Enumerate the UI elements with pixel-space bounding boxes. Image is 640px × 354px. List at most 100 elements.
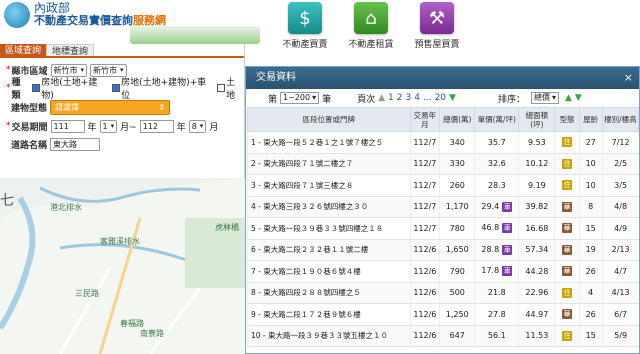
col-address[interactable]: 區段位置或門牌 <box>247 107 411 132</box>
page-range-select[interactable]: 1~200 ▾ <box>280 92 320 104</box>
table-row[interactable]: 3 - 東大路四段７１號三樓之８ 112/7 260 28.3 9.19 住 10 3/5 <box>247 174 639 197</box>
building-type-badge: 住 <box>562 180 573 191</box>
unit-price-value: 27.8 <box>487 309 506 319</box>
building-type-select[interactable]: 請選擇 ⇕ <box>50 99 171 115</box>
cell-type: 華 <box>554 239 580 261</box>
cell-type: 華 <box>554 303 580 326</box>
page-link[interactable]: 1 <box>388 93 394 103</box>
cell-age: 4 <box>578 282 603 304</box>
type-checkbox-1[interactable] <box>32 84 41 92</box>
table-row[interactable]: 1 - 東大路一段５２巷１之１號７樓之５ 112/7 340 35.7 9.53 住 27 7… <box>247 131 639 154</box>
month-to-select[interactable]: 8 ▾ <box>188 119 207 133</box>
unit-price-value: 21.8 <box>487 288 506 298</box>
type-checkbox-2[interactable] <box>112 84 121 92</box>
table-header-row: 區段位置或門牌 交易年月 總價(萬) 單價(萬/坪) 總面積(坪) 型態 屋齡 … <box>247 107 640 132</box>
tab-landmark-search[interactable]: 地標查詢 <box>46 44 95 57</box>
unit-price-value: 29.4 <box>481 201 500 211</box>
page-next-icon[interactable]: ▼ <box>449 93 456 103</box>
year-to-input[interactable]: 112 <box>139 119 174 133</box>
cell-total-price: 330 <box>439 153 475 175</box>
page-prev-icon[interactable]: ▲ <box>378 93 385 103</box>
col-date[interactable]: 交易年月 <box>409 107 441 132</box>
cell-type: 住 <box>554 325 580 347</box>
cell-age: 15 <box>578 217 603 240</box>
page-link[interactable]: 2 <box>397 93 403 103</box>
cell-floor: 4/13 <box>601 282 639 304</box>
ministry-emblem-icon <box>4 2 30 28</box>
table-row[interactable]: 2 - 東大路四段７１號二樓之７ 112/7 330 32.6 10.12 住 10 2/5 <box>247 153 639 175</box>
sort-desc-icon[interactable]: ▼ <box>575 93 582 103</box>
close-icon[interactable]: × <box>624 67 633 89</box>
cell-unit-price: 32.6 <box>474 153 519 175</box>
crane-building-icon: ⚒ <box>420 2 454 34</box>
sort-select[interactable]: 總價 ▾ <box>530 92 559 104</box>
page-link[interactable]: 4 <box>414 93 420 103</box>
table-row[interactable]: 8 - 東大路四段２８８號四樓之５ 112/6 500 21.8 22.96 住 4 4/13 <box>247 282 639 304</box>
cell-date: 112/6 <box>409 282 440 304</box>
sort-asc-icon[interactable]: ▲ <box>565 93 572 103</box>
map-label: 七 <box>0 193 14 209</box>
cell-area: 11.53 <box>518 325 555 347</box>
col-unit-price[interactable]: 單價(萬/坪) <box>474 107 520 132</box>
modal-title: 交易資料 <box>256 72 296 83</box>
cell-address: 9 - 東大路二段１７２巷９號６樓 <box>247 303 411 326</box>
map-label: 三民路 <box>75 289 99 298</box>
cell-date: 112/6 <box>409 260 440 283</box>
unit-price-value: 35.7 <box>487 137 506 147</box>
unit-price-value: 17.8 <box>481 266 500 276</box>
cell-unit-price: 21.8 <box>474 282 519 304</box>
col-floor[interactable]: 樓別/樓高 <box>601 107 640 132</box>
search-panel: 區域查詢 地標查詢 * 縣市區域 新竹市 ▾ 新竹市 ▾ * 種類 房地(土地+建物) … <box>0 44 245 178</box>
cell-area: 9.53 <box>518 131 555 154</box>
col-area[interactable]: 總面積(坪) <box>518 107 556 132</box>
transactions-table: 區段位置或門牌 交易年月 總價(萬) 單價(萬/坪) 總面積(坪) 型態 屋齡 … <box>247 107 640 347</box>
building-type-badge: 住 <box>562 330 573 341</box>
map-view[interactable]: 港北排水 客雅溪排水 三民路 春福路 南寮路 虎林橋 七 <box>0 178 245 354</box>
table-row[interactable]: 6 - 東大路二段２３２巷１１號二樓 112/6 1,650 28.8 車 57.34 華 1… <box>247 239 639 261</box>
search-tabs: 區域查詢 地標查詢 <box>0 44 244 58</box>
cell-age: 15 <box>578 325 603 347</box>
building-type-badge: 華 <box>562 266 573 277</box>
road-name-input[interactable]: 東大路 <box>50 137 101 151</box>
cell-total-price: 790 <box>439 260 475 283</box>
cell-floor: 4/8 <box>601 196 639 218</box>
tab-area-search[interactable]: 區域查詢 <box>0 44 47 56</box>
cell-area: 57.34 <box>518 239 555 261</box>
cell-address: 3 - 東大路四段７１號三樓之８ <box>247 174 411 197</box>
col-age[interactable]: 屋齡 <box>578 107 603 132</box>
house-dollar-icon: $ <box>288 2 322 34</box>
nav-presale[interactable]: ⚒ 預售屋買賣 <box>404 2 470 50</box>
parking-badge: 車 <box>502 266 513 277</box>
nav-rent[interactable]: ⌂ 不動產租賃 <box>338 2 404 50</box>
cell-date: 112/7 <box>409 131 440 154</box>
table-row[interactable]: 9 - 東大路二段１７２巷９號６樓 112/6 1,250 27.8 44.97 華 26 6… <box>247 303 639 326</box>
unit-price-value: 32.6 <box>487 159 506 169</box>
ministry-name: 內政部 <box>34 1 71 15</box>
nav-sale[interactable]: $ 不動產買賣 <box>272 2 338 50</box>
cell-area: 22.96 <box>518 282 555 304</box>
cell-address: 8 - 東大路四段２８８號四樓之５ <box>247 282 411 304</box>
cell-address: 4 - 東大路三段３２６號四樓之３０ <box>247 196 411 218</box>
col-type[interactable]: 型態 <box>554 107 580 132</box>
cell-address: 5 - 東大路一段３９巷３３號四樓之１８ <box>247 217 411 240</box>
type-checkbox-3[interactable] <box>217 84 226 92</box>
year-from-input[interactable]: 111 <box>50 119 85 133</box>
cell-type: 華 <box>554 217 580 240</box>
cell-unit-price: 56.1 <box>474 325 519 347</box>
table-row[interactable]: 10 - 東大路一段３９巷３３號五樓之１０ 112/6 647 56.1 11.53 住 1… <box>247 325 639 347</box>
building-type-badge: 華 <box>562 244 573 255</box>
table-row[interactable]: 7 - 東大路二段１９０巷６號４樓 112/6 790 17.8 車 44.28 華 26 4/… <box>247 260 639 283</box>
table-row[interactable]: 5 - 東大路一段３９巷３３號四樓之１８ 112/7 780 46.8 車 16.68 華 1… <box>247 217 639 240</box>
page-link[interactable]: 3 <box>406 93 412 103</box>
period-row: * 交易期間 111 年 1 ▾ 月~ 112 年 8 ▾ 月 <box>6 119 219 133</box>
cell-area: 10.12 <box>518 153 555 175</box>
map-label: 港北排水 <box>50 203 82 212</box>
page-numbers: 頁次 ▲ 1 2 3 4 ... 20 ▼ <box>357 93 456 105</box>
table-row[interactable]: 4 - 東大路三段３２６號四樓之３０ 112/7 1,170 29.4 車 39.82 華 8… <box>247 196 639 218</box>
modal-header: 交易資料 × <box>246 67 639 89</box>
cell-type: 華 <box>554 196 580 218</box>
site-logo[interactable]: 內政部 不動產交易實價查詢服務網 <box>4 2 166 28</box>
month-from-select[interactable]: 1 ▾ <box>99 119 118 133</box>
page-link[interactable]: 20 <box>435 93 446 103</box>
col-total-price[interactable]: 總價(萬) <box>439 107 476 132</box>
